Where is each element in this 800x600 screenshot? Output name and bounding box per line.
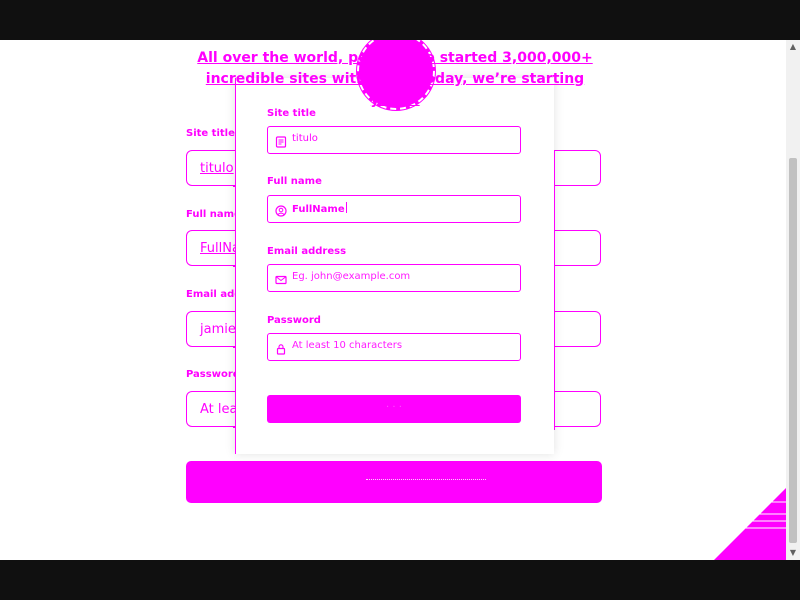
headline-line-1: All over the world, peple have started 3… xyxy=(180,48,610,69)
lock-icon xyxy=(275,340,287,355)
user-icon xyxy=(275,202,287,217)
full-name-input[interactable]: FullName xyxy=(267,195,521,223)
document-icon xyxy=(275,133,287,148)
full-name-label: Full name xyxy=(267,176,322,187)
headline-line-2-b: st. Today, we’re starting yours. xyxy=(370,71,585,108)
bg-password-label: Password xyxy=(186,369,240,380)
text-caret xyxy=(345,202,347,213)
headline-line-1-b: ple have started 3,000,000+ xyxy=(367,50,593,66)
scrollbar-thumb[interactable] xyxy=(789,158,797,543)
full-name-value: FullName xyxy=(292,204,345,215)
password-input[interactable]: At least 10 characters xyxy=(267,333,521,361)
site-title-value: titulo xyxy=(292,133,318,144)
full-name-value-wrap: FullName xyxy=(292,202,347,215)
browser-top-bar xyxy=(0,0,800,40)
password-placeholder: At least 10 characters xyxy=(292,340,403,351)
bg-submit-button[interactable] xyxy=(186,461,602,503)
signup-page: Site title titulo Full name FullName Ema… xyxy=(0,40,786,560)
vertical-scrollbar[interactable]: ▲ ▼ xyxy=(786,40,800,560)
submit-label-faint: · · · xyxy=(386,402,402,413)
headline-line-2-a: incredible sites with Gh xyxy=(205,71,393,87)
bg-site-title-label: Site title xyxy=(186,128,235,139)
card-right-edge xyxy=(554,150,555,430)
headline-line-1-a: All over the world, pe xyxy=(197,50,368,66)
password-label: Password xyxy=(267,315,321,326)
bg-submit-label-faint xyxy=(366,479,486,483)
page-headline: All over the world, peple have started 3… xyxy=(180,48,610,111)
submit-button[interactable]: · · · xyxy=(267,395,521,423)
email-label: Email address xyxy=(267,246,347,257)
scroll-up-icon[interactable]: ▲ xyxy=(786,40,800,54)
bg-site-title-value: titulo xyxy=(200,161,234,176)
email-placeholder: Eg. john@example.com xyxy=(292,271,411,282)
scroll-down-icon[interactable]: ▼ xyxy=(786,546,800,560)
browser-bottom-bar xyxy=(0,560,800,600)
site-title-input[interactable]: titulo xyxy=(267,126,521,154)
headline-line-2: incredible sites with Ghst. Today, we’re… xyxy=(180,69,610,111)
corner-decoration xyxy=(714,488,786,560)
email-input[interactable]: Eg. john@example.com xyxy=(267,264,521,292)
bg-full-name-label: Full name xyxy=(186,209,241,220)
mail-icon xyxy=(275,271,287,285)
